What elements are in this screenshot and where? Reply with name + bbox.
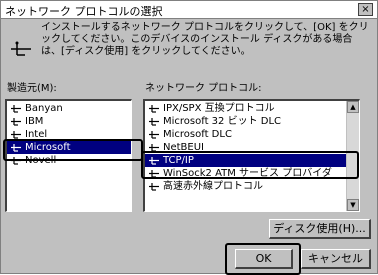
protocol-item[interactable]: 高速赤外線プロトコル bbox=[145, 180, 359, 193]
protocol-item[interactable]: Microsoft 32 ビット DLC bbox=[145, 115, 359, 128]
manufacturer-item[interactable]: Novell bbox=[7, 154, 131, 167]
network-protocol-icon bbox=[148, 130, 160, 139]
network-protocol-icon bbox=[148, 104, 160, 113]
manufacturers-list[interactable]: Banyan IBM Intel Microsoft Novell bbox=[5, 99, 132, 212]
window-title: ネットワーク プロトコルの選択 bbox=[5, 5, 163, 18]
protocol-item-label: WinSock2 ATM サービス プロバイダ bbox=[163, 168, 332, 179]
network-protocol-icon bbox=[10, 156, 22, 165]
ok-button[interactable]: OK bbox=[235, 249, 293, 269]
protocol-item-label: IPX/SPX 互換プロトコル bbox=[163, 103, 275, 114]
protocol-item-label: Microsoft 32 ビット DLC bbox=[163, 116, 282, 127]
protocol-item[interactable]: Microsoft DLC bbox=[145, 128, 359, 141]
network-protocol-icon bbox=[148, 169, 160, 178]
manufacturer-item-label: Banyan bbox=[25, 103, 63, 114]
manufacturer-item[interactable]: IBM bbox=[7, 115, 131, 128]
protocol-item-label: TCP/IP bbox=[163, 155, 194, 166]
manufacturer-item[interactable]: Banyan bbox=[7, 102, 131, 115]
manufacturer-item-label: IBM bbox=[25, 116, 44, 127]
network-protocol-icon bbox=[10, 130, 22, 139]
network-protocol-icon bbox=[148, 143, 160, 152]
protocols-label: ネットワーク プロトコル: bbox=[145, 83, 262, 94]
scroll-down-arrow-icon[interactable]: ▼ bbox=[347, 199, 359, 211]
scroll-up-arrow-icon[interactable]: ▲ bbox=[347, 101, 359, 113]
instructions-text: インストールするネットワーク プロトコルをクリックして、[OK] をクリックして… bbox=[41, 22, 369, 57]
protocol-item[interactable]: WinSock2 ATM サービス プロバイダ bbox=[145, 167, 359, 180]
cancel-button[interactable]: キャンセル bbox=[301, 249, 371, 269]
network-protocol-icon bbox=[148, 117, 160, 126]
protocol-item[interactable]: TCP/IP bbox=[145, 154, 359, 167]
manufacturer-item[interactable]: Intel bbox=[7, 128, 131, 141]
network-protocol-icon bbox=[148, 182, 160, 191]
network-protocol-icon bbox=[11, 41, 31, 56]
protocols-scrollbar[interactable]: ▲ ▼ bbox=[346, 101, 359, 211]
manufacturer-item[interactable]: Microsoft bbox=[7, 141, 131, 154]
protocol-item[interactable]: NetBEUI bbox=[145, 141, 359, 154]
network-protocol-icon bbox=[10, 117, 22, 126]
have-disk-button[interactable]: ディスク使用(H)... bbox=[269, 219, 371, 239]
select-network-protocol-dialog: ネットワーク プロトコルの選択 × インストールするネットワーク プロトコルをク… bbox=[0, 0, 378, 275]
close-button[interactable]: × bbox=[358, 3, 373, 16]
title-bar: ネットワーク プロトコルの選択 × bbox=[1, 1, 377, 19]
network-protocol-icon bbox=[10, 143, 22, 152]
manufacturers-label: 製造元(M): bbox=[7, 83, 57, 94]
protocol-item-label: 高速赤外線プロトコル bbox=[163, 181, 263, 192]
manufacturer-item-label: Intel bbox=[25, 129, 48, 140]
protocol-item[interactable]: IPX/SPX 互換プロトコル bbox=[145, 102, 359, 115]
manufacturer-item-label: Microsoft bbox=[25, 142, 71, 153]
protocols-list[interactable]: IPX/SPX 互換プロトコル Microsoft 32 ビット DLC Micro… bbox=[143, 99, 360, 212]
protocol-item-label: Microsoft DLC bbox=[163, 129, 232, 140]
network-protocol-icon bbox=[10, 104, 22, 113]
network-protocol-icon bbox=[148, 156, 160, 165]
manufacturer-item-label: Novell bbox=[25, 155, 57, 166]
protocol-item-label: NetBEUI bbox=[163, 142, 205, 153]
